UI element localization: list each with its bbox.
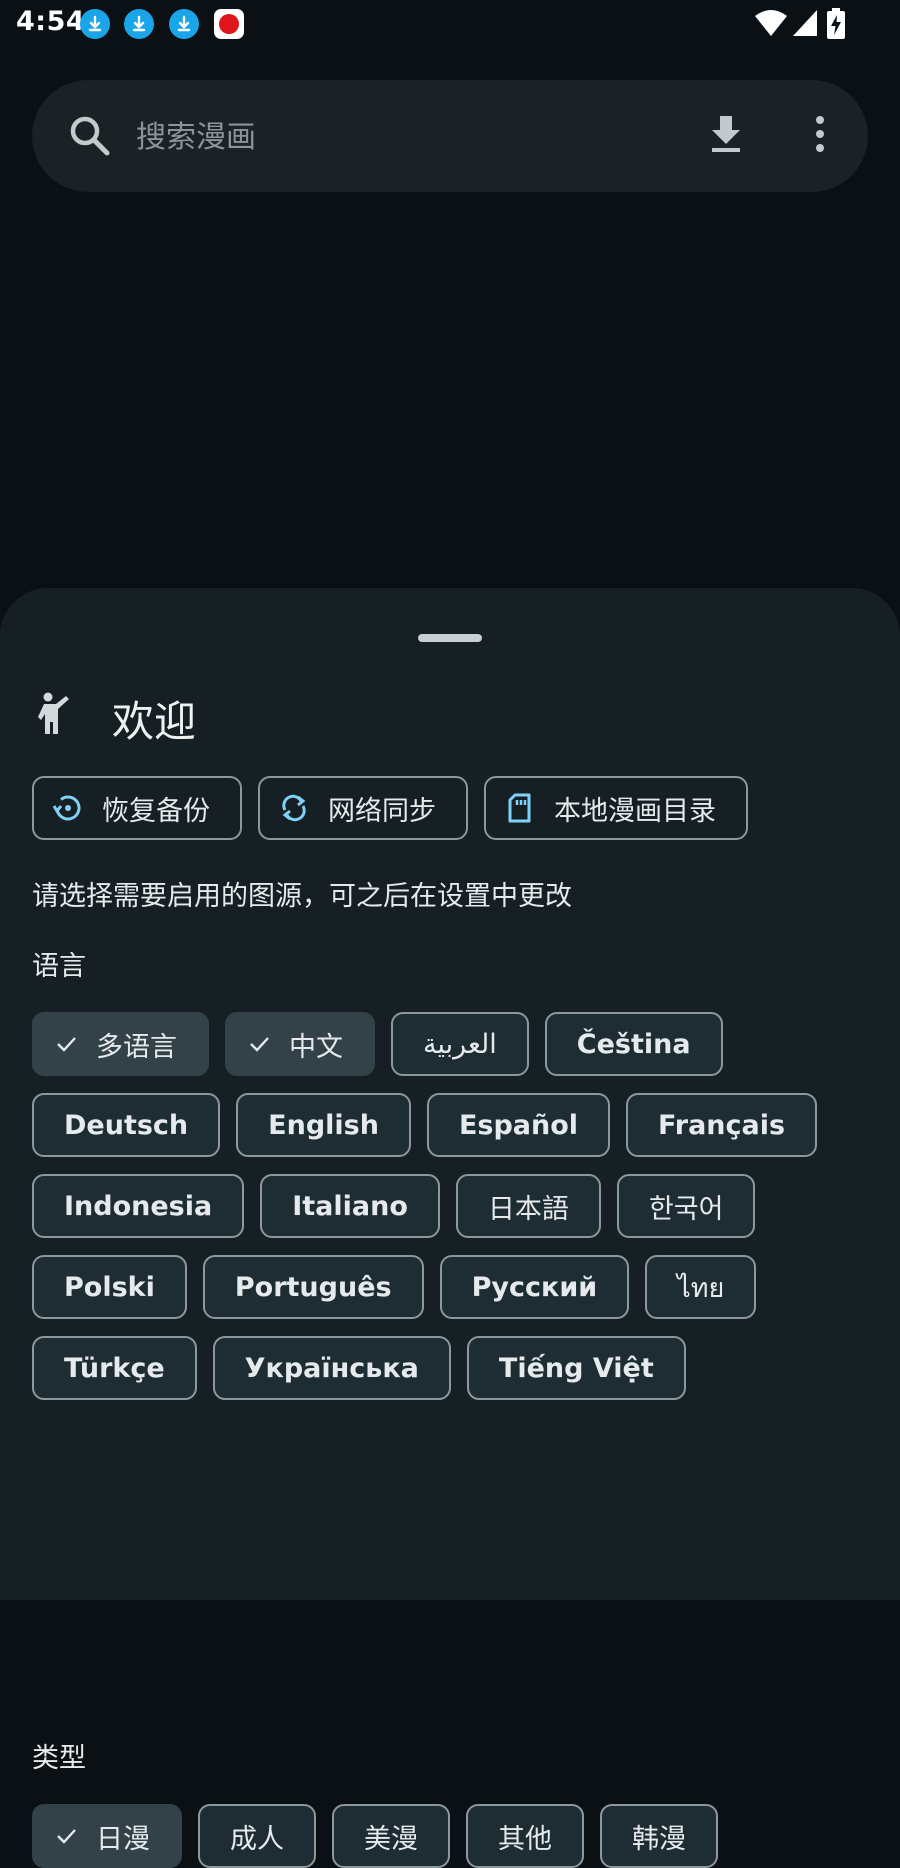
language-chip[interactable]: 한국어: [616, 1174, 756, 1238]
language-chip[interactable]: Українська: [212, 1336, 451, 1400]
language-chip-label: Tiếng Việt: [498, 1352, 654, 1384]
language-chip[interactable]: Русский: [439, 1255, 630, 1319]
language-chip[interactable]: Polski: [32, 1255, 187, 1319]
language-chip[interactable]: العربية: [391, 1012, 529, 1076]
search-input[interactable]: [134, 114, 658, 160]
language-chip-label: Español: [458, 1109, 579, 1141]
sync-icon: [282, 794, 306, 822]
language-chips: 多语言 中文 العربية Čeština Deutsch English Español…: [32, 1012, 872, 1400]
type-chip-label: 其他: [498, 1823, 552, 1855]
local-manga-folder-label: 本地漫画目录: [554, 795, 716, 827]
language-chip[interactable]: 日本語: [455, 1174, 601, 1238]
language-chip[interactable]: English: [236, 1093, 411, 1157]
type-section-label: 类型: [32, 1743, 86, 1774]
language-chip-label: Українська: [244, 1352, 419, 1384]
language-chip-label: Türkçe: [64, 1352, 165, 1384]
restore-backup-button[interactable]: 恢复备份: [32, 776, 242, 840]
language-chip-label: Italiano: [292, 1190, 408, 1222]
language-chip-label: Indonesia: [64, 1190, 213, 1222]
language-chip-label: ไทย: [677, 1272, 725, 1304]
language-chip[interactable]: 多语言: [32, 1012, 209, 1076]
language-chip-label: Čeština: [576, 1028, 691, 1060]
language-section-label: 语言: [32, 951, 86, 982]
language-chip[interactable]: Français: [626, 1093, 818, 1157]
download-icon: [124, 9, 154, 39]
network-sync-button[interactable]: 网络同步: [258, 776, 468, 840]
language-chip-label: Français: [658, 1109, 786, 1141]
type-chip-label: 美漫: [364, 1823, 418, 1855]
language-chip-label: 多语言: [96, 1031, 177, 1063]
language-chip-label: Português: [234, 1271, 392, 1303]
app-icon: [214, 9, 244, 39]
type-chip[interactable]: 韩漫: [600, 1804, 718, 1868]
type-chip-label: 日漫: [96, 1823, 150, 1855]
type-chips: 日漫 成人 美漫 其他 韩漫: [32, 1804, 872, 1868]
more-vert-icon[interactable]: [798, 112, 842, 156]
type-chip-label: 成人: [230, 1823, 284, 1855]
sd-card-icon: [508, 793, 531, 823]
person-waving-icon: [38, 692, 69, 734]
wifi-icon: [755, 10, 787, 36]
language-chip-label: Polski: [64, 1271, 155, 1303]
language-chip[interactable]: Deutsch: [32, 1093, 221, 1157]
battery-charging-icon: [827, 8, 845, 39]
type-chip[interactable]: 日漫: [32, 1804, 182, 1868]
signal-icon: [793, 10, 817, 36]
type-chip[interactable]: 其他: [466, 1804, 584, 1868]
language-chip[interactable]: Čeština: [544, 1012, 723, 1076]
download-icon: [80, 9, 110, 39]
welcome-actions: 恢复备份 网络同步 本地漫画目录: [32, 776, 748, 840]
language-chip[interactable]: Indonesia: [32, 1174, 245, 1238]
type-chip-label: 韩漫: [632, 1823, 686, 1855]
type-chip[interactable]: 成人: [198, 1804, 316, 1868]
language-chip[interactable]: Español: [426, 1093, 611, 1157]
download-icon: [169, 9, 199, 39]
language-chip-label: 中文: [289, 1031, 343, 1063]
search-bar[interactable]: [32, 80, 868, 192]
network-sync-label: 网络同步: [328, 795, 436, 827]
restore-icon: [52, 795, 81, 821]
language-chip-label: Deutsch: [64, 1109, 189, 1141]
status-bar: 4:54: [0, 0, 900, 48]
check-icon: [54, 1824, 78, 1848]
download-icon[interactable]: [704, 112, 748, 156]
language-chip-label: English: [268, 1109, 379, 1141]
language-chip[interactable]: ไทย: [645, 1255, 757, 1319]
restore-backup-label: 恢复备份: [102, 795, 210, 827]
language-chip-label: العربية: [423, 1028, 497, 1060]
search-icon[interactable]: [68, 114, 112, 158]
language-chip-label: Русский: [471, 1271, 598, 1303]
welcome-title: 欢迎: [112, 697, 197, 746]
language-chip[interactable]: 中文: [225, 1012, 375, 1076]
status-time: 4:54: [16, 6, 86, 37]
source-hint-text: 请选择需要启用的图源，可之后在设置中更改: [32, 881, 572, 912]
welcome-sheet: 欢迎 恢复备份 网络同步 本地漫画目录 请选择需要启用的图源，可之后在设置中更改…: [0, 588, 900, 1868]
language-chip[interactable]: Italiano: [260, 1174, 440, 1238]
language-chip-label: 日本語: [487, 1193, 569, 1225]
language-chip[interactable]: Tiếng Việt: [466, 1336, 686, 1400]
language-chip-label: 한국어: [648, 1193, 724, 1225]
language-chip[interactable]: Türkçe: [32, 1336, 197, 1400]
check-icon: [247, 1032, 271, 1056]
check-icon: [54, 1032, 78, 1056]
language-chip[interactable]: Português: [202, 1255, 424, 1319]
local-manga-folder-button[interactable]: 本地漫画目录: [484, 776, 748, 840]
drag-handle[interactable]: [418, 634, 482, 642]
type-chip[interactable]: 美漫: [332, 1804, 450, 1868]
